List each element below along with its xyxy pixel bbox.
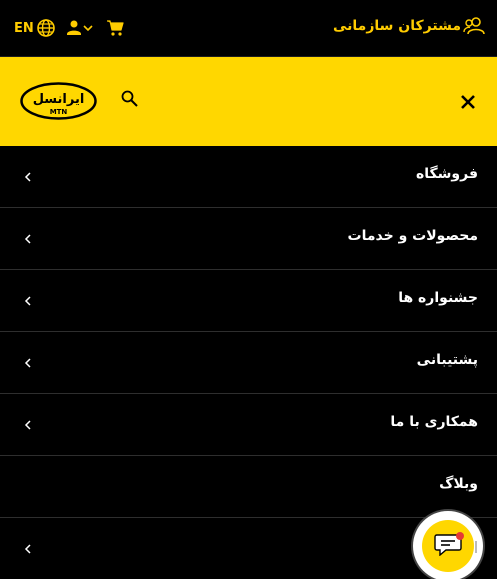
cart-button[interactable] — [106, 19, 124, 37]
chevron-left-icon — [24, 296, 31, 306]
notification-dot — [456, 532, 464, 540]
chevron-left-icon — [24, 172, 31, 182]
menu-item-products[interactable]: محصولات و خدمات — [0, 208, 497, 270]
menu-item-label: محصولات و خدمات — [347, 228, 478, 244]
irancell-logo[interactable]: ایرانسل MTN — [20, 82, 97, 120]
top-tools: EN — [14, 14, 124, 42]
cart-icon — [106, 20, 124, 36]
language-label: EN — [14, 20, 34, 36]
enterprise-customers-link[interactable]: مشترکان سازمانی — [333, 16, 485, 36]
menu-item-label: وبلاگ — [439, 476, 478, 492]
top-bar: EN مشترکان سازمانی — [0, 0, 497, 57]
close-menu-button[interactable] — [459, 93, 477, 111]
chevron-left-icon — [24, 544, 31, 554]
menu-item-label: جشنواره ها — [398, 290, 478, 306]
users-icon — [463, 17, 485, 35]
main-header: ایرانسل MTN — [0, 57, 497, 146]
logo-sub: MTN — [50, 108, 68, 116]
menu-item-cooperation[interactable]: همکاری با ما — [0, 394, 497, 456]
menu-item-label: همکاری با ما — [390, 414, 478, 430]
enterprise-customers-label: مشترکان سازمانی — [333, 18, 461, 34]
user-icon — [66, 20, 81, 35]
language-switch[interactable]: EN — [14, 18, 56, 38]
chevron-left-icon — [24, 234, 31, 244]
user-menu[interactable] — [66, 19, 94, 37]
search-icon — [121, 90, 138, 107]
search-button[interactable] — [120, 89, 140, 109]
menu-item-shop[interactable]: فروشگاه — [0, 146, 497, 208]
menu-item-festivals[interactable]: جشنواره ها — [0, 270, 497, 332]
close-icon — [461, 95, 475, 109]
chevron-left-icon — [24, 420, 31, 430]
menu-item-label: پشتیبانی — [416, 352, 478, 368]
globe-icon — [36, 19, 55, 37]
menu-item-blog[interactable]: وبلاگ — [0, 456, 497, 518]
chat-button[interactable] — [413, 511, 483, 579]
chevron-down-icon — [83, 25, 93, 32]
main-menu: فروشگاه محصولات و خدمات جشنواره ها پشتیب… — [0, 146, 497, 579]
menu-item-support[interactable]: پشتیبانی — [0, 332, 497, 394]
scroll-indicator — [475, 541, 477, 553]
chevron-left-icon — [24, 358, 31, 368]
chat-button-inner — [422, 520, 474, 572]
menu-item-label: فروشگاه — [415, 166, 478, 182]
logo-text: ایرانسل — [33, 92, 85, 107]
